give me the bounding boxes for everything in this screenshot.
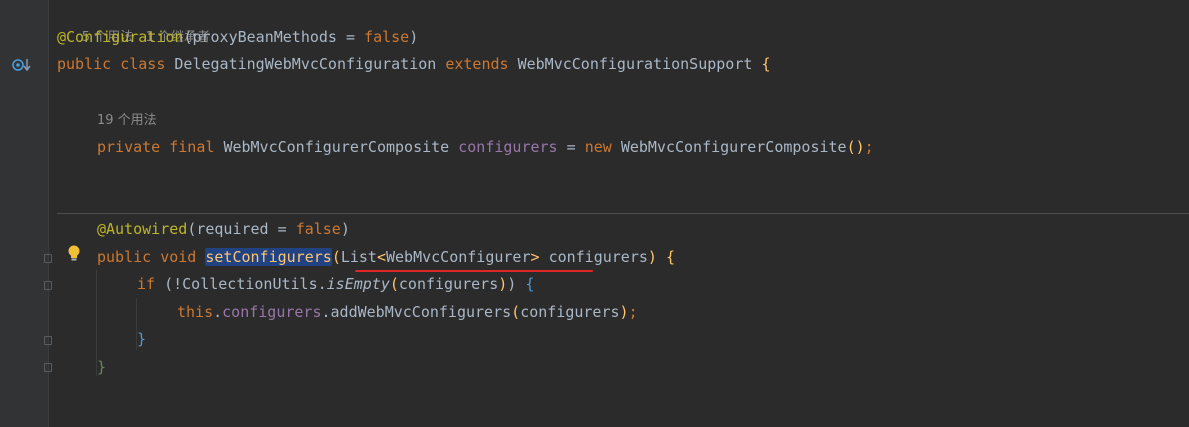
param-name: configurers: [520, 303, 620, 321]
override-down-arrow-icon[interactable]: [12, 57, 34, 77]
field-type: WebMvcConfigurerComposite: [223, 138, 450, 156]
false-literal: false: [295, 220, 341, 238]
final-keyword: final: [169, 138, 215, 156]
paren: (: [331, 248, 341, 266]
super-class: WebMvcConfigurationSupport: [517, 55, 753, 73]
paren: (: [511, 303, 521, 321]
code-line-method-close: }: [97, 354, 106, 381]
field-name: configurers: [458, 138, 558, 156]
parens: (): [846, 138, 865, 156]
configuration-annotation: @Configuration: [57, 28, 184, 46]
dot: .: [321, 303, 331, 321]
semicolon: ;: [628, 303, 638, 321]
editor-gutter[interactable]: [0, 0, 49, 427]
assign: =: [557, 138, 585, 156]
method-separator: [57, 213, 1189, 214]
class-keyword: class: [120, 55, 166, 73]
brace: {: [761, 55, 771, 73]
ctor-call: WebMvcConfigurerComposite: [620, 138, 847, 156]
extends-keyword: extends: [445, 55, 509, 73]
param-name: configurers: [548, 248, 648, 266]
semicolon: ;: [864, 138, 874, 156]
code-line-add: this.configurers.addWebMvcConfigurers(co…: [177, 299, 638, 326]
code-line-if-close: }: [137, 326, 146, 353]
paren: ): [507, 275, 517, 293]
paren: ): [340, 220, 350, 238]
generic-type: WebMvcConfigurer: [386, 248, 531, 266]
field-usages-hint[interactable]: 19 个用法: [97, 113, 157, 128]
this-keyword: this: [177, 303, 214, 321]
false-literal: false: [364, 28, 410, 46]
class-name: DelegatingWebMvcConfiguration: [174, 55, 437, 73]
generic-bracket: <: [376, 248, 386, 266]
brace: {: [525, 275, 535, 293]
paren: ): [409, 28, 419, 46]
code-line-method-decl: public void setConfigurers(List<WebMvcCo…: [97, 244, 675, 271]
public-keyword: public: [57, 55, 112, 73]
code-line-field: private final WebMvcConfigurerComposite …: [97, 134, 874, 161]
code-line-if: if (!CollectionUtils.isEmpty(configurers…: [137, 271, 534, 298]
list-type: List: [340, 248, 377, 266]
inlay-hint-class[interactable]: 5 个用法 1 个继承者: [57, 0, 210, 45]
autowired-annotation: @Autowired: [97, 220, 188, 238]
code-line-configuration: @Configuration(proxyBeanMethods = false): [57, 24, 418, 51]
new-keyword: new: [584, 138, 612, 156]
brace: }: [137, 330, 147, 348]
void-keyword: void: [160, 248, 197, 266]
inlay-hint-field[interactable]: 19 个用法: [97, 107, 157, 134]
utils-class: CollectionUtils.: [182, 275, 327, 293]
if-keyword: if: [137, 275, 156, 293]
negation: (!: [164, 275, 183, 293]
dot: .: [213, 303, 223, 321]
generic-bracket: >: [530, 248, 540, 266]
code-editor[interactable]: 5 个用法 1 个继承者 @Configuration(proxyBeanMet…: [0, 0, 1189, 427]
paren: (: [187, 220, 197, 238]
is-empty-method: isEmpty: [326, 275, 390, 293]
paren: ): [647, 248, 657, 266]
code-line-autowired: @Autowired(required = false): [97, 216, 350, 243]
code-area[interactable]: 5 个用法 1 个继承者 @Configuration(proxyBeanMet…: [49, 0, 1189, 427]
brace: {: [665, 248, 675, 266]
method-name[interactable]: setConfigurers: [205, 248, 332, 266]
param-name: configurers: [398, 275, 499, 293]
public-keyword: public: [97, 248, 152, 266]
brace: }: [97, 358, 107, 376]
code-line-class-decl: public class DelegatingWebMvcConfigurati…: [57, 51, 770, 78]
field-name: configurers: [222, 303, 322, 321]
private-keyword: private: [97, 138, 161, 156]
paren: ): [619, 303, 629, 321]
paren: (: [389, 275, 399, 293]
required-param: required =: [196, 220, 296, 238]
paren: ): [498, 275, 508, 293]
proxy-param: proxyBeanMethods =: [192, 28, 365, 46]
add-method: addWebMvcConfigurers: [330, 303, 512, 321]
